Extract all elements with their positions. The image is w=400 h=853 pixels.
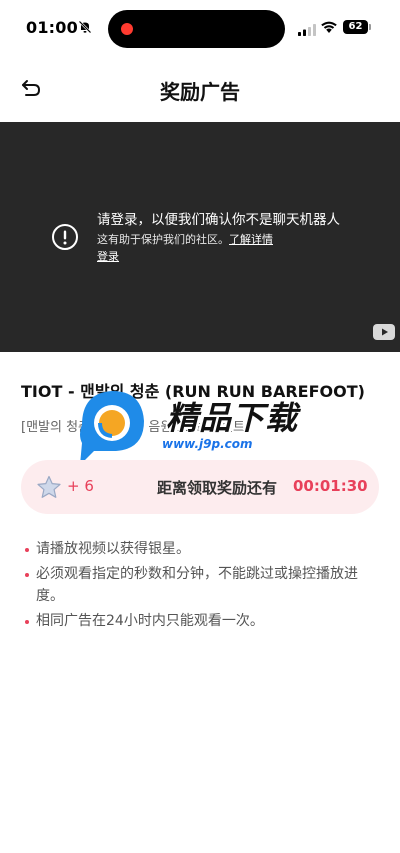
rule-item: 请播放视频以获得银星。 [21,538,381,560]
notice-sub-text: 这有助于保护我们的社区。 [97,233,229,246]
alert-circle-icon [51,223,79,255]
login-notice-text: 这有助于保护我们的社区。了解详情 [97,232,312,248]
page-title: 奖励广告 [160,80,240,104]
rule-item: 相同广告在24小时内只能观看一次。 [21,610,381,632]
header: 奖励广告 [0,60,400,116]
bell-muted-icon [78,19,92,38]
rules-list: 请播放视频以获得银星。 必须观看指定的秒数和分钟，不能跳过或操控播放进度。 相同… [21,538,381,635]
rule-text: 必须观看指定的秒数和分钟，不能跳过或操控播放进度。 [36,566,358,604]
battery-tip [369,24,371,30]
wifi-icon [320,19,338,38]
dynamic-island [108,10,285,48]
watermark-url: www.j9p.com [162,437,253,451]
bullet-dot [25,548,29,552]
bullet-dot [25,573,29,577]
cellular-signal-icon [298,21,316,40]
login-link[interactable]: 登录 [97,248,119,264]
rule-text: 请播放视频以获得银星。 [36,541,190,557]
watermark-logo-icon [72,383,152,471]
recording-indicator [121,23,133,35]
status-time: 01:00 [26,18,78,37]
learn-more-link[interactable]: 了解详情 [229,233,273,246]
watermark: 精品下载 www.j9p.com [72,383,332,467]
watermark-text: 精品下载 [166,399,299,437]
silver-star-icon [36,475,62,504]
status-bar: 01:00 62 [0,0,400,56]
reward-amount: + 6 [67,477,94,495]
youtube-icon[interactable] [373,324,395,344]
battery-indicator: 62 [343,20,368,34]
video-player[interactable]: 请登录，以便我们确认你不是聊天机器人 这有助于保护我们的社区。了解详情 登录 [0,122,400,352]
login-notice-title: 请登录，以便我们确认你不是聊天机器人 [97,212,340,228]
rule-item: 必须观看指定的秒数和分钟，不能跳过或操控播放进度。 [21,563,381,607]
bullet-dot [25,620,29,624]
reward-countdown-label: 距离领取奖励还有 [157,479,278,497]
reward-countdown-card: + 6 距离领取奖励还有 00:01:30 [21,460,379,514]
rule-text: 相同广告在24小时内只能观看一次。 [36,613,264,629]
reward-countdown-timer: 00:01:30 [293,477,368,495]
